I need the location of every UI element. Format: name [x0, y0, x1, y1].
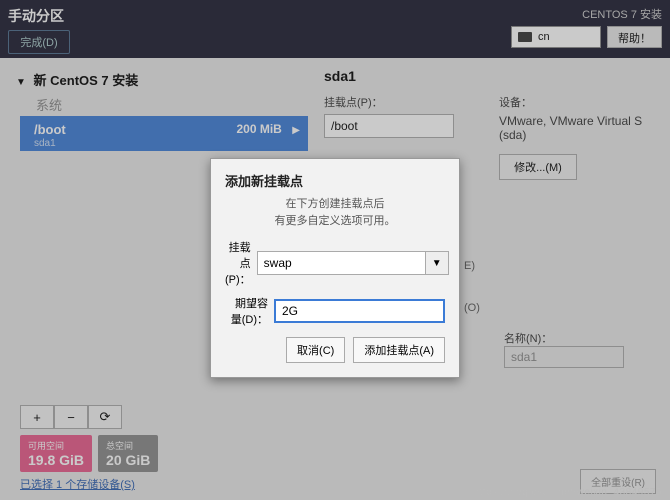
chevron-down-icon[interactable]: ▼	[425, 251, 449, 275]
dlg-mountpoint-combo[interactable]: ▼	[257, 251, 449, 275]
dialog-title: 添加新挂载点	[225, 171, 445, 190]
add-mountpoint-button[interactable]: 添加挂载点(A)	[353, 337, 445, 363]
dlg-mountpoint-input[interactable]	[257, 251, 425, 275]
add-mountpoint-dialog: 添加新挂载点 在下方创建挂载点后有更多自定义选项可用。 挂载点(P)： ▼ 期望…	[210, 158, 460, 378]
dialog-subtitle: 在下方创建挂载点后有更多自定义选项可用。	[225, 196, 445, 229]
watermark: https://blog.csdn.net/weixin_43849575	[473, 487, 662, 498]
dlg-mountpoint-label: 挂载点(P)：	[225, 239, 251, 287]
dlg-capacity-label: 期望容量(D)：	[225, 295, 268, 327]
dlg-capacity-input[interactable]	[274, 299, 445, 323]
modal-overlay: 添加新挂载点 在下方创建挂载点后有更多自定义选项可用。 挂载点(P)： ▼ 期望…	[0, 0, 670, 500]
cancel-button[interactable]: 取消(C)	[286, 337, 345, 363]
